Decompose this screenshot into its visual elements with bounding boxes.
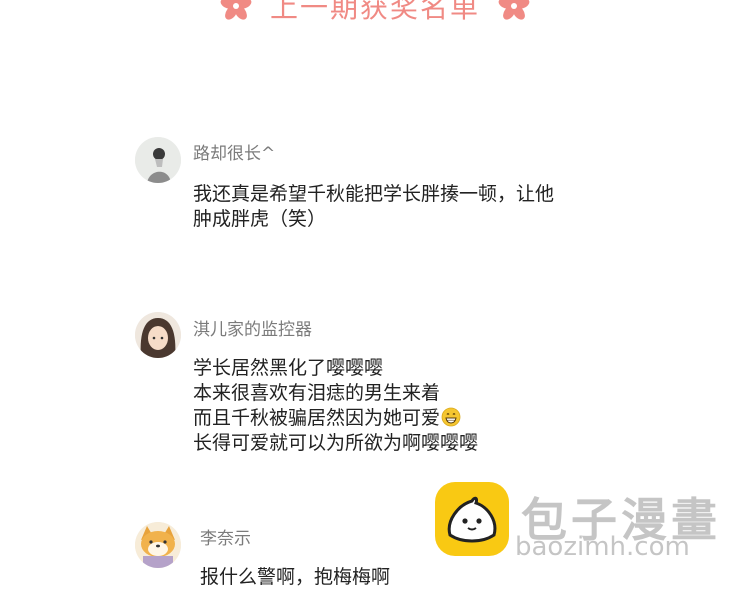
comment-text: 我还真是希望千秋能把学长胖揍一顿，让他 肿成胖虎（笑） [193, 182, 554, 232]
username[interactable]: 李奈示 [200, 524, 251, 549]
comment-text: 报什么警啊，抱梅梅啊 [200, 565, 390, 590]
avatar-woman-sketch-icon [135, 137, 181, 183]
username[interactable]: 淇儿家的监控器 [193, 315, 312, 340]
comment-line: 长得可爱就可以为所欲为啊嘤嘤嘤 [193, 432, 479, 454]
watermark: 包子漫畫 baozimh.com [435, 482, 735, 562]
avatar-anime-girl-icon [135, 312, 181, 358]
comment-line: 报什么警啊，抱梅梅啊 [200, 566, 391, 588]
avatar-shiba-dog-icon [135, 522, 181, 568]
flower-icon [498, 0, 530, 20]
avatar[interactable] [135, 312, 181, 358]
award-header: 上一期获奖名单 [0, 0, 750, 26]
comment-line: 而且千秋被骗居然因为她可爱 [193, 406, 478, 431]
avatar[interactable] [135, 137, 181, 183]
watermark-url: baozimh.com [515, 532, 690, 562]
comment-line: 本来很喜欢有泪痣的男生来着 [193, 382, 441, 404]
comment-line: 肿成胖虎（笑） [193, 208, 327, 230]
comment-line-text: 而且千秋被骗居然因为她可爱 [193, 407, 441, 429]
avatar[interactable] [135, 522, 181, 568]
username[interactable]: 路却很长^ [193, 139, 275, 164]
bun-logo-icon [435, 482, 509, 556]
comment-line: 我还真是希望千秋能把学长胖揍一顿，让他 [193, 183, 555, 205]
flower-icon [220, 0, 252, 20]
grin-emoji-icon [441, 407, 461, 427]
page-title: 上一期获奖名单 [269, 0, 480, 24]
comment-line: 学长居然黑化了嘤嘤嘤 [193, 357, 384, 379]
comment-text: 学长居然黑化了嘤嘤嘤 本来很喜欢有泪痣的男生来着 而且千秋被骗居然因为她可爱 长… [193, 356, 478, 456]
